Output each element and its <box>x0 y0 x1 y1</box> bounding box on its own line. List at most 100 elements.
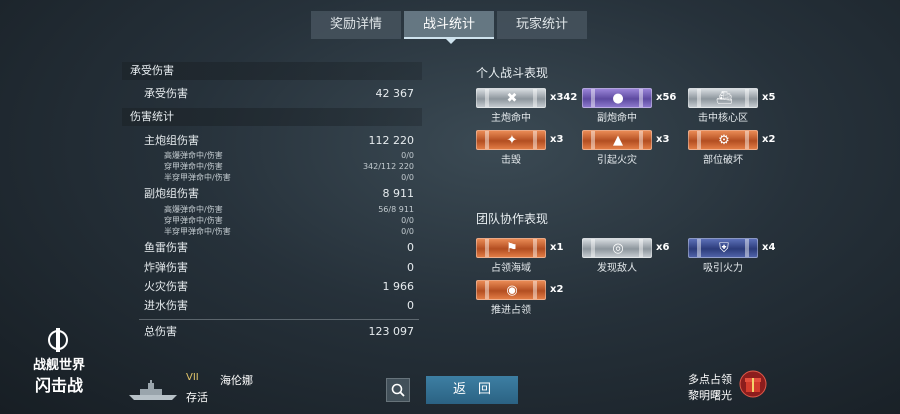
tank-damage-icon: ⛨ <box>719 241 729 256</box>
stat-subrow: 半穿甲弹命中/伤害 0/0 <box>122 226 414 237</box>
stat-subrow: 穿甲弹命中/伤害 0/0 <box>122 215 414 226</box>
logo-line-2: 闪击战 <box>34 376 83 395</box>
tab-player-stats[interactable]: 玩家统计 <box>497 11 587 39</box>
medal-capture[interactable]: ⚑ 占领海域 x1 <box>476 238 563 274</box>
medal-label: 主炮命中 <box>491 113 531 124</box>
ribbon: ⛴ <box>688 88 758 108</box>
medal-count: x2 <box>762 134 776 145</box>
medal-count: x4 <box>762 242 776 253</box>
map-name: 黎明曙光 <box>688 389 732 402</box>
medal-citadel-hits[interactable]: ⛴ 击中核心区 x5 <box>688 88 775 124</box>
stat-value: 8 911 <box>382 187 415 200</box>
ribbon: ⚙ <box>688 130 758 150</box>
medal-label: 吸引火力 <box>703 263 743 274</box>
gift-box-icon[interactable] <box>739 370 767 398</box>
ribbon: ▲ <box>582 130 652 150</box>
stat-value: 123 097 <box>368 325 415 338</box>
stat-value: 0 <box>407 299 414 312</box>
stat-label: 副炮组伤害 <box>144 187 199 200</box>
medal-label: 推进占领 <box>491 305 531 316</box>
anchor-emblem-icon <box>48 328 68 352</box>
stat-value: 0/0 <box>401 151 414 160</box>
secondary-shell-icon: ● <box>612 91 624 106</box>
medal-count: x6 <box>656 242 670 253</box>
stat-label: 穿甲弹命中/伤害 <box>164 216 223 225</box>
citadel-ship-icon: ⛴ <box>715 91 733 106</box>
medal-count: x2 <box>550 284 564 295</box>
medal-label: 引起火灾 <box>597 155 637 166</box>
medal-label: 部位破坏 <box>703 155 743 166</box>
medal-capture-assist[interactable]: ◉ 推进占领 x2 <box>476 280 563 316</box>
search-icon <box>391 383 405 397</box>
medal-destroyed[interactable]: ✦ 击毁 x3 <box>476 130 563 166</box>
ship-icon <box>129 380 177 400</box>
stat-value: 56/8 911 <box>378 205 414 214</box>
ribbon: ⛨ <box>688 238 758 258</box>
stat-row-total: 总伤害 123 097 <box>122 324 414 340</box>
stat-label: 进水伤害 <box>144 299 188 312</box>
stat-subrow: 高爆弹命中/伤害 56/8 911 <box>122 204 414 215</box>
ship-name: 海伦娜 <box>220 374 253 387</box>
module-damage-icon: ⚙ <box>718 133 730 148</box>
capture-assist-icon: ◉ <box>506 283 518 298</box>
section-header-damage: 伤害统计 <box>122 108 422 126</box>
tab-battle-stats[interactable]: 战斗统计 <box>404 11 494 39</box>
medal-label: 占领海域 <box>491 263 531 274</box>
stat-label: 鱼雷伤害 <box>144 241 188 254</box>
stat-row-received: 承受伤害 42 367 <box>122 86 414 102</box>
medal-secondary-hits[interactable]: ● 副炮命中 x56 <box>582 88 676 124</box>
stat-label: 总伤害 <box>144 325 177 338</box>
stat-label: 承受伤害 <box>144 87 188 100</box>
stat-value: 0/0 <box>401 173 414 182</box>
ribbon: ◉ <box>476 280 546 300</box>
shell-icon: ✖ <box>506 91 518 106</box>
spotting-icon: ◎ <box>612 241 624 256</box>
ship-tier-badge: VII <box>186 372 199 383</box>
stat-subrow: 穿甲弹命中/伤害 342/112 220 <box>122 161 414 172</box>
stat-subrow: 高爆弹命中/伤害 0/0 <box>122 150 414 161</box>
back-button[interactable]: 返回 <box>426 376 518 404</box>
search-button[interactable] <box>386 378 410 402</box>
stat-label: 高爆弹命中/伤害 <box>164 151 223 160</box>
logo-line-1: 战舰世界 <box>32 358 85 373</box>
medal-count: x3 <box>656 134 670 145</box>
medal-count: x5 <box>762 92 776 103</box>
ribbon: ✦ <box>476 130 546 150</box>
medal-spotting[interactable]: ◎ 发现敌人 x6 <box>582 238 669 274</box>
stat-row-flooding: 进水伤害 0 <box>122 298 414 314</box>
medal-count: x56 <box>656 92 677 103</box>
stat-row-bomb: 炸弹伤害 0 <box>122 260 414 276</box>
stat-value: 1 966 <box>382 280 415 293</box>
stat-label: 半穿甲弹命中/伤害 <box>164 173 231 182</box>
mode-name: 多点占领 <box>688 373 732 386</box>
active-tab-indicator <box>446 39 456 44</box>
ribbon: ● <box>582 88 652 108</box>
ribbon: ◎ <box>582 238 652 258</box>
medal-module-damage[interactable]: ⚙ 部位破坏 x2 <box>688 130 775 166</box>
medal-label: 击中核心区 <box>698 113 748 124</box>
stat-value: 0/0 <box>401 216 414 225</box>
medal-label: 击毁 <box>501 155 521 166</box>
medal-main-battery-hits[interactable]: ✖ 主炮命中 x342 <box>476 88 577 124</box>
battle-mode-info: 多点占领 黎明曙光 <box>688 372 732 404</box>
stat-subrow: 半穿甲弹命中/伤害 0/0 <box>122 172 414 183</box>
stat-row-torpedo: 鱼雷伤害 0 <box>122 240 414 256</box>
stat-label: 火灾伤害 <box>144 280 188 293</box>
tab-reward-details[interactable]: 奖励详情 <box>311 11 401 39</box>
medal-count: x3 <box>550 134 564 145</box>
stat-value: 42 367 <box>375 87 415 100</box>
medal-set-on-fire[interactable]: ▲ 引起火灾 x3 <box>582 130 669 166</box>
game-logo: 战舰世界 闪击战 <box>28 328 88 396</box>
stat-value: 0/0 <box>401 227 414 236</box>
stat-row-secondary: 副炮组伤害 8 911 <box>122 186 414 202</box>
stat-label: 高爆弹命中/伤害 <box>164 205 223 214</box>
team-performance-header: 团队协作表现 <box>476 212 549 226</box>
ribbon: ✖ <box>476 88 546 108</box>
personal-performance-header: 个人战斗表现 <box>476 66 549 80</box>
stat-row-main-battery: 主炮组伤害 112 220 <box>122 133 414 149</box>
stat-label: 主炮组伤害 <box>144 134 199 147</box>
destroyed-icon: ✦ <box>506 133 518 148</box>
total-divider <box>139 319 419 320</box>
stat-label: 穿甲弹命中/伤害 <box>164 162 223 171</box>
medal-tanking[interactable]: ⛨ 吸引火力 x4 <box>688 238 775 274</box>
